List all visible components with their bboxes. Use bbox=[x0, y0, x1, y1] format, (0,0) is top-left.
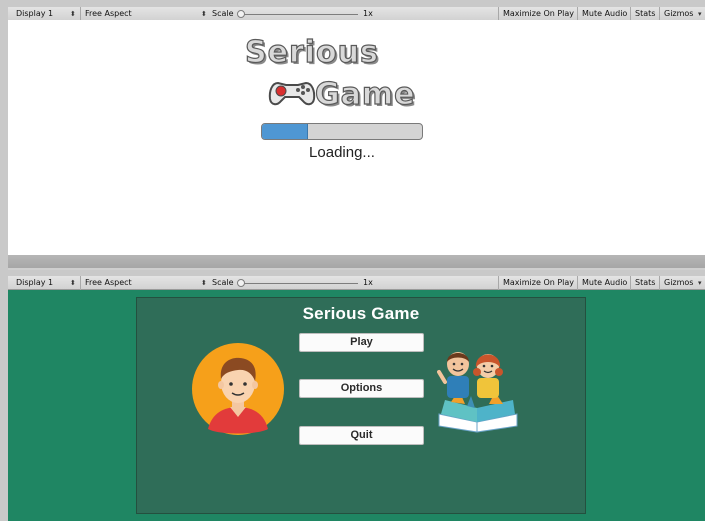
boy-avatar-icon bbox=[192, 343, 284, 435]
aspect-dropdown-arrow-icon[interactable]: ⬍ bbox=[201, 7, 207, 21]
gizmos-dropdown[interactable]: Gizmos bbox=[659, 7, 697, 21]
mute-audio-toggle[interactable]: Mute Audio bbox=[577, 276, 631, 290]
display-dropdown[interactable]: Display 1 bbox=[12, 7, 57, 21]
logo-title-line2: Game bbox=[314, 76, 416, 112]
scale-slider-track[interactable] bbox=[240, 283, 358, 284]
display-dropdown[interactable]: Display 1 bbox=[12, 276, 57, 290]
scale-slider-handle[interactable] bbox=[237, 10, 245, 18]
menu-title: Serious Game bbox=[302, 304, 420, 323]
gizmos-dropdown[interactable]: Gizmos bbox=[659, 276, 697, 290]
scale-label: Scale bbox=[212, 9, 234, 18]
gizmos-dropdown-arrow-icon[interactable]: ▾ bbox=[698, 276, 702, 290]
game-view-toolbar-bottom: Display 1 ⬍ Free Aspect ⬍ Scale 1x Maxim… bbox=[8, 276, 705, 290]
gamepad-icon bbox=[268, 81, 316, 106]
options-button[interactable]: Options bbox=[299, 379, 424, 398]
quit-button[interactable]: Quit bbox=[299, 426, 424, 445]
loading-progress-fill bbox=[262, 124, 309, 139]
scale-label: Scale bbox=[212, 278, 234, 287]
menu-panel: Serious Game Play Options Quit bbox=[136, 297, 586, 514]
loading-progress-bar bbox=[261, 123, 423, 140]
display-dropdown-arrow-icon[interactable]: ⬍ bbox=[70, 7, 76, 21]
maximize-on-play-toggle[interactable]: Maximize On Play bbox=[498, 276, 578, 290]
scale-slider-handle[interactable] bbox=[237, 279, 245, 287]
logo-title-line1: Serious bbox=[244, 34, 379, 70]
loading-text: Loading... bbox=[309, 144, 375, 161]
loading-screen-view: Serious Game Loading... bbox=[8, 20, 705, 255]
stats-toggle[interactable]: Stats bbox=[630, 7, 659, 21]
play-button[interactable]: Play bbox=[299, 333, 424, 352]
scale-slider-track[interactable] bbox=[240, 14, 358, 15]
game-view-toolbar-top: Display 1 ⬍ Free Aspect ⬍ Scale 1x Maxim… bbox=[8, 7, 705, 21]
aspect-dropdown[interactable]: Free Aspect bbox=[80, 276, 136, 290]
stats-toggle[interactable]: Stats bbox=[630, 276, 659, 290]
mute-audio-toggle[interactable]: Mute Audio bbox=[577, 7, 631, 21]
aspect-dropdown[interactable]: Free Aspect bbox=[80, 7, 136, 21]
kids-reading-book-icon bbox=[437, 352, 518, 433]
view-divider[interactable] bbox=[8, 255, 705, 269]
view-divider-line bbox=[8, 268, 705, 270]
aspect-dropdown-arrow-icon[interactable]: ⬍ bbox=[201, 276, 207, 290]
scale-value: 1x bbox=[363, 9, 373, 18]
display-dropdown-arrow-icon[interactable]: ⬍ bbox=[70, 276, 76, 290]
gizmos-dropdown-arrow-icon[interactable]: ▾ bbox=[698, 7, 702, 21]
main-menu-view: Serious Game Play Options Quit bbox=[8, 290, 705, 521]
scale-value: 1x bbox=[363, 278, 373, 287]
maximize-on-play-toggle[interactable]: Maximize On Play bbox=[498, 7, 578, 21]
